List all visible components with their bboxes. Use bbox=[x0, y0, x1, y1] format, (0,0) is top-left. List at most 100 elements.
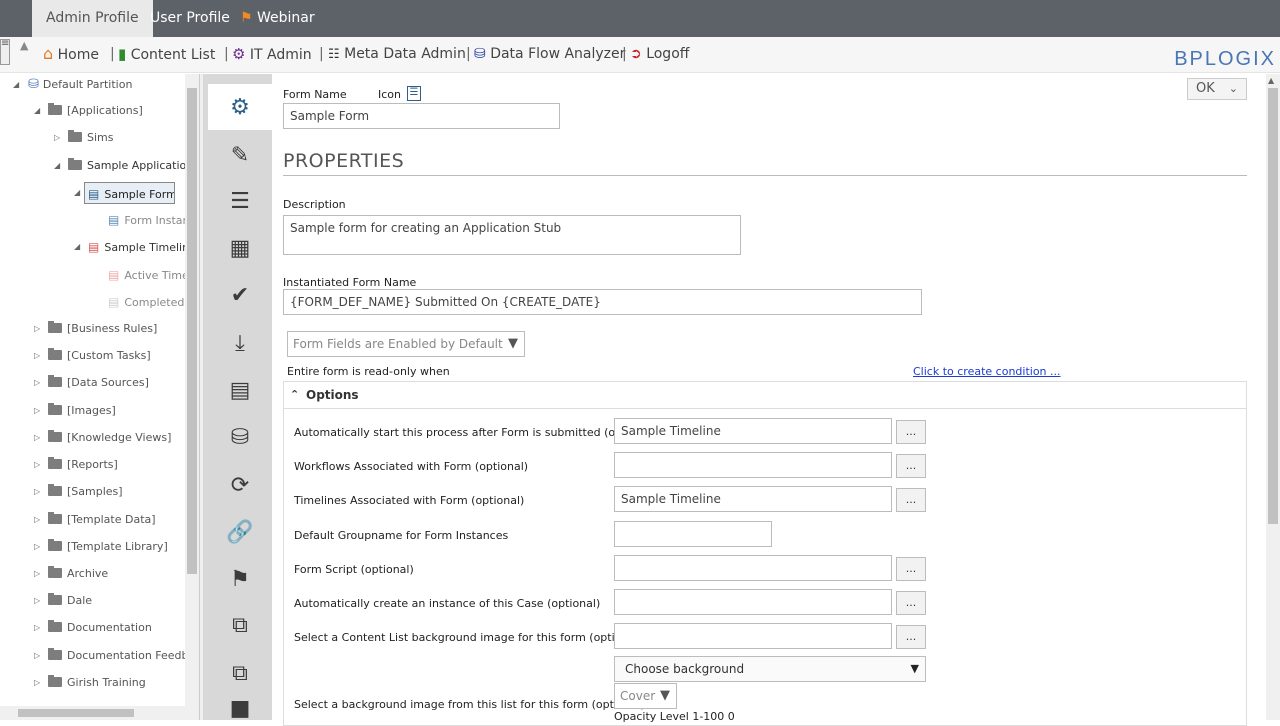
default-groupname-input[interactable] bbox=[614, 521, 772, 547]
expand-arrow-icon[interactable]: ▷ bbox=[34, 454, 42, 476]
options-header[interactable]: ⌃ Options bbox=[284, 382, 1246, 409]
nav-meta-data-admin[interactable]: ☷ Meta Data Admin bbox=[328, 37, 466, 71]
expand-arrow-icon[interactable]: ▷ bbox=[34, 563, 42, 585]
duplicate-icon[interactable]: ⧉ bbox=[208, 650, 272, 696]
tree-node[interactable]: ⛁ Default Partition bbox=[28, 74, 132, 96]
expand-arrow-icon[interactable]: ▷ bbox=[34, 509, 42, 531]
tree-node-selected[interactable]: ▤ Sample Form bbox=[84, 182, 175, 204]
tab-webinar[interactable]: ⚑ Webinar bbox=[240, 0, 315, 37]
tree-node[interactable]: [Template Library] bbox=[48, 536, 168, 558]
timelines-input[interactable]: Sample Timeline bbox=[614, 486, 892, 512]
check-icon[interactable]: ✔ bbox=[208, 272, 272, 318]
browse-button[interactable]: ... bbox=[896, 454, 926, 478]
copy-icon[interactable]: ⧉ bbox=[208, 602, 272, 648]
expand-arrow-icon[interactable]: ▷ bbox=[34, 590, 42, 612]
expand-arrow-icon[interactable]: ▷ bbox=[34, 645, 42, 667]
tree-node[interactable]: [Data Sources] bbox=[48, 372, 149, 394]
link-icon[interactable]: 🔗 bbox=[208, 509, 272, 555]
table-icon[interactable]: ▦ bbox=[208, 225, 272, 271]
nav-it-admin[interactable]: ⚙ IT Admin bbox=[232, 37, 312, 71]
main-scroll-thumb[interactable] bbox=[1268, 88, 1278, 524]
expand-arrow-icon[interactable]: ▷ bbox=[34, 372, 42, 394]
browse-button[interactable]: ... bbox=[896, 557, 926, 581]
tree-node[interactable]: [Business Rules] bbox=[48, 318, 157, 340]
auto-start-process-input[interactable]: Sample Timeline bbox=[614, 418, 892, 444]
form-name-input[interactable]: Sample Form bbox=[283, 103, 560, 129]
browse-button[interactable]: ... bbox=[896, 591, 926, 615]
content-list-bg-input[interactable] bbox=[614, 623, 892, 649]
tree-node[interactable]: Documentation bbox=[48, 617, 152, 639]
collapse-arrow-icon[interactable]: ◢ bbox=[34, 100, 42, 122]
tree-scroll-thumb[interactable] bbox=[187, 88, 197, 574]
form-fields-enabled-select[interactable]: Form Fields are Enabled by Default ▼ bbox=[287, 331, 525, 357]
tree-node[interactable]: [Knowledge Views] bbox=[48, 427, 171, 449]
tree-node[interactable]: Sims bbox=[68, 127, 114, 149]
tree-node-label: [Reports] bbox=[67, 458, 118, 471]
tree-node[interactable]: ▤ Completed bbox=[108, 291, 186, 313]
form-icon[interactable]: ☰ bbox=[407, 86, 421, 101]
scroll-up-icon[interactable]: ▲ bbox=[1268, 76, 1274, 85]
description-textarea[interactable]: Sample form for creating an Application … bbox=[283, 215, 741, 255]
expand-arrow-icon[interactable]: ▷ bbox=[34, 400, 42, 422]
collapse-arrow-icon[interactable]: ◢ bbox=[13, 74, 21, 96]
refresh-gauge-icon[interactable]: ⟳ bbox=[208, 462, 272, 508]
database-add-icon[interactable]: ⛁ bbox=[208, 414, 272, 460]
tree-node[interactable]: [Images] bbox=[48, 400, 116, 422]
menu-handle-icon[interactable]: ≡ bbox=[0, 39, 10, 65]
create-condition-link[interactable]: Click to create condition ... bbox=[913, 365, 1061, 378]
nav-logoff[interactable]: ➲ Logoff bbox=[630, 37, 689, 71]
tree-node[interactable]: [Applications] bbox=[48, 100, 143, 122]
tab-user-profile[interactable]: User Profile bbox=[150, 0, 230, 37]
lock-icon[interactable]: ■ bbox=[208, 696, 272, 721]
tree-node[interactable]: ▤ Form Instar bbox=[108, 209, 186, 231]
collapse-arrow-icon[interactable]: ◢ bbox=[54, 155, 62, 177]
tree-hscroll-thumb[interactable] bbox=[18, 709, 134, 717]
edit-icon[interactable]: ✎ bbox=[208, 132, 272, 178]
nav-home[interactable]: ⌂ Home bbox=[43, 37, 99, 71]
tree-node[interactable]: Girish Training bbox=[48, 672, 146, 694]
tree-node[interactable]: Archive bbox=[48, 563, 108, 585]
tree-horizontal-scrollbar[interactable] bbox=[0, 706, 199, 720]
tree-node[interactable]: Sample Application bbox=[68, 155, 186, 177]
properties-gear-icon[interactable]: ⚙ bbox=[208, 84, 272, 130]
expand-arrow-icon[interactable]: ▷ bbox=[34, 318, 42, 340]
ok-button[interactable]: OK ⌄ bbox=[1187, 78, 1247, 100]
tab-admin-profile[interactable]: Admin Profile bbox=[32, 0, 153, 37]
import-icon[interactable]: ⤓ bbox=[208, 320, 272, 366]
nav-data-flow-analyzer[interactable]: ⛁ Data Flow Analyzer bbox=[474, 37, 625, 71]
expand-arrow-icon[interactable]: ▷ bbox=[34, 617, 42, 639]
choose-background-select[interactable]: Choose background ▼ bbox=[614, 656, 926, 682]
cover-select[interactable]: Cover ▼ bbox=[614, 683, 677, 709]
main-scrollbar[interactable]: ▲ bbox=[1266, 74, 1280, 720]
tree-node[interactable]: ▤ Sample Timeline bbox=[88, 236, 186, 258]
tree-scrollbar[interactable] bbox=[185, 74, 199, 720]
collapse-handle-icon[interactable]: ▲ bbox=[20, 39, 36, 53]
expand-arrow-icon[interactable]: ▷ bbox=[34, 672, 42, 694]
tree-node[interactable]: Documentation Feedba bbox=[48, 645, 186, 667]
browse-button[interactable]: ... bbox=[896, 625, 926, 649]
form-list-icon[interactable]: ▤ bbox=[208, 367, 272, 413]
flag-icon[interactable]: ⚑ bbox=[208, 556, 272, 602]
collapse-arrow-icon[interactable]: ◢ bbox=[74, 182, 82, 204]
tree-node[interactable]: [Template Data] bbox=[48, 509, 156, 531]
collapse-arrow-icon[interactable]: ◢ bbox=[74, 236, 82, 258]
nav-content-list[interactable]: ▮ Content List bbox=[118, 37, 215, 71]
tree-node[interactable]: Dale bbox=[48, 590, 92, 612]
tree-node[interactable]: [Reports] bbox=[48, 454, 118, 476]
form-script-input[interactable] bbox=[614, 555, 892, 581]
expand-arrow-icon[interactable]: ▷ bbox=[34, 345, 42, 367]
tree-node[interactable]: [Custom Tasks] bbox=[48, 345, 151, 367]
instantiated-name-input[interactable]: {FORM_DEF_NAME} Submitted On {CREATE_DAT… bbox=[283, 289, 922, 315]
tree-node[interactable]: ▤ Active Time bbox=[108, 264, 186, 286]
browse-button[interactable]: ... bbox=[896, 488, 926, 512]
browse-button[interactable]: ... bbox=[896, 420, 926, 444]
list-icon[interactable]: ☰ bbox=[208, 178, 272, 224]
folder-icon bbox=[48, 675, 62, 687]
expand-arrow-icon[interactable]: ▷ bbox=[34, 481, 42, 503]
expand-arrow-icon[interactable]: ▷ bbox=[54, 127, 62, 149]
expand-arrow-icon[interactable]: ▷ bbox=[34, 536, 42, 558]
tree-node[interactable]: [Samples] bbox=[48, 481, 123, 503]
expand-arrow-icon[interactable]: ▷ bbox=[34, 427, 42, 449]
case-instance-input[interactable] bbox=[614, 589, 892, 615]
workflows-input[interactable] bbox=[614, 452, 892, 478]
